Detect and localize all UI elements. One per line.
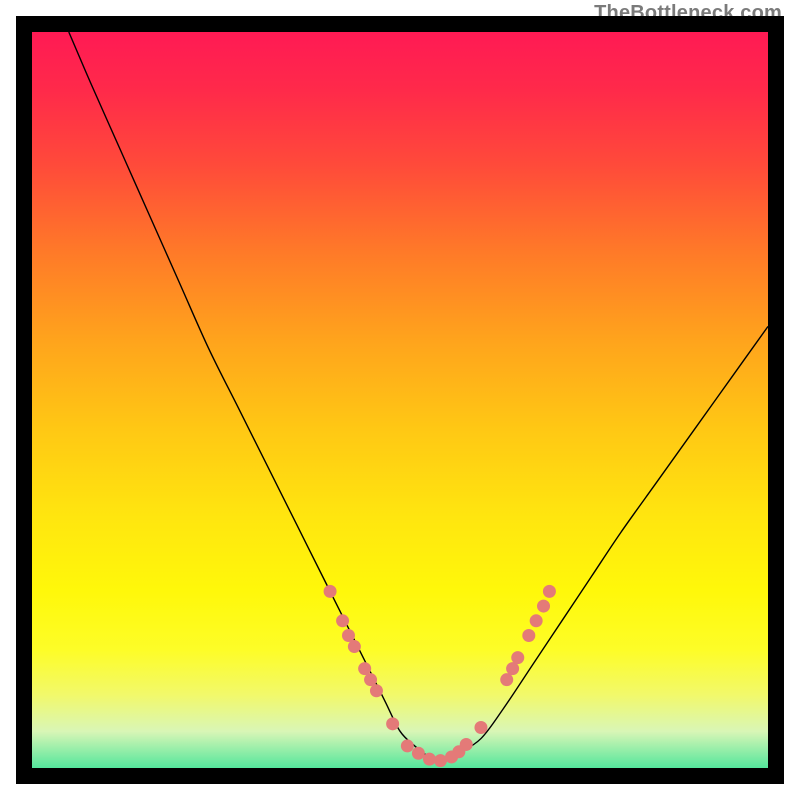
- marker-dot: [412, 747, 425, 760]
- marker-dot: [511, 651, 524, 664]
- marker-dot: [364, 673, 377, 686]
- marker-dot: [500, 673, 513, 686]
- marker-dot: [460, 738, 473, 751]
- marker-dot: [423, 753, 436, 766]
- marker-dots: [324, 585, 556, 767]
- marker-dot: [537, 600, 550, 613]
- marker-dot: [336, 614, 349, 627]
- bottleneck-curve: [69, 32, 768, 761]
- marker-dot: [358, 662, 371, 675]
- marker-dot: [434, 754, 447, 767]
- chart-svg: [32, 32, 768, 768]
- marker-dot: [530, 614, 543, 627]
- marker-dot: [543, 585, 556, 598]
- chart-frame: [16, 16, 784, 784]
- marker-dot: [342, 629, 355, 642]
- marker-dot: [474, 721, 487, 734]
- marker-dot: [348, 640, 361, 653]
- marker-dot: [401, 739, 414, 752]
- marker-dot: [370, 684, 383, 697]
- marker-dot: [324, 585, 337, 598]
- marker-dot: [506, 662, 519, 675]
- marker-dot: [522, 629, 535, 642]
- marker-dot: [386, 717, 399, 730]
